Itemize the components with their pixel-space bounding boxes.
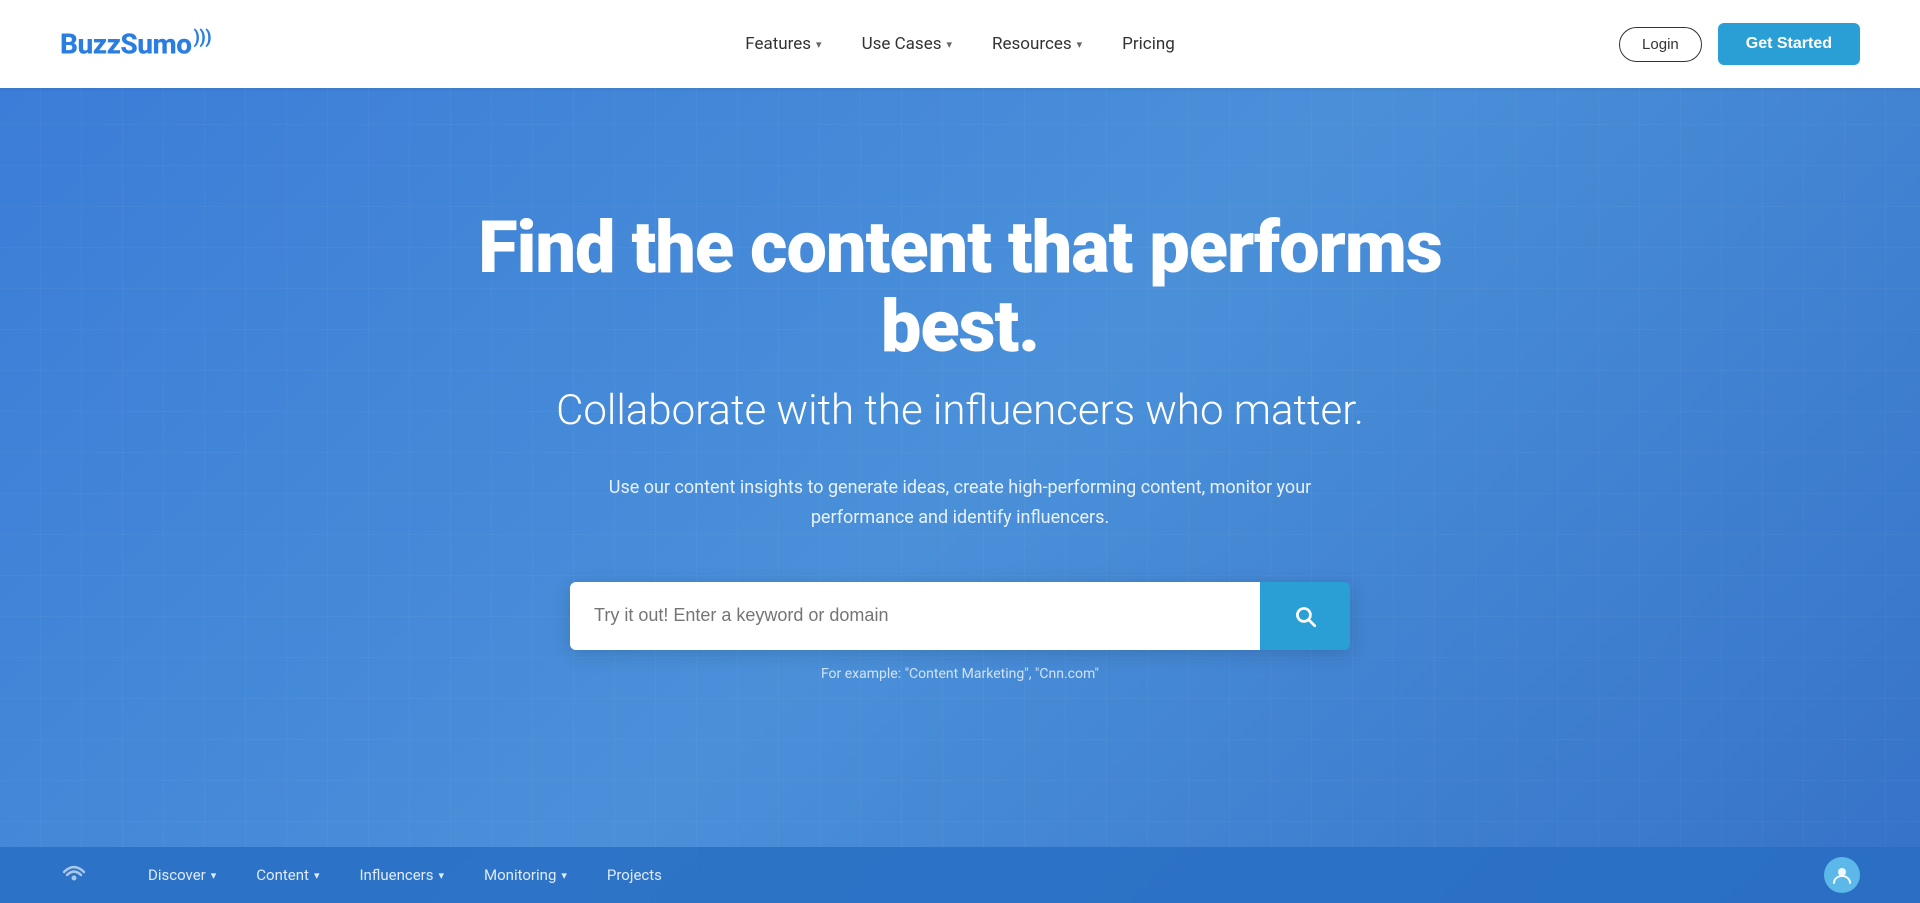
search-hint: For example: "Content Marketing", "Cnn.c… <box>410 666 1510 682</box>
search-bar <box>570 582 1350 650</box>
use-cases-chevron-icon: ▾ <box>946 38 952 51</box>
app-nav-content[interactable]: Content ▾ <box>256 866 319 884</box>
resources-chevron-icon: ▾ <box>1077 38 1083 51</box>
influencers-chevron-icon: ▾ <box>439 869 445 882</box>
app-nav-bar: Discover ▾ Content ▾ Influencers ▾ Monit… <box>0 847 1920 903</box>
monitoring-chevron-icon: ▾ <box>561 869 567 882</box>
logo-text: BuzzSumo))) <box>60 27 211 60</box>
login-button[interactable]: Login <box>1619 27 1702 62</box>
search-button[interactable] <box>1260 582 1350 650</box>
hero-section: Find the content that performs best. Col… <box>0 88 1920 903</box>
app-nav-projects[interactable]: Projects <box>607 866 662 884</box>
main-nav: Features ▾ Use Cases ▾ Resources ▾ Prici… <box>745 34 1175 54</box>
get-started-button[interactable]: Get Started <box>1718 23 1860 65</box>
hero-headline: Find the content that performs best. <box>410 208 1510 366</box>
navbar: BuzzSumo))) Features ▾ Use Cases ▾ Resou… <box>0 0 1920 88</box>
nav-features[interactable]: Features ▾ <box>745 34 821 54</box>
navbar-actions: Login Get Started <box>1619 23 1860 65</box>
user-icon <box>1831 864 1853 886</box>
discover-chevron-icon: ▾ <box>211 869 217 882</box>
hero-subheadline: Collaborate with the influencers who mat… <box>410 386 1510 436</box>
content-chevron-icon: ▾ <box>314 869 320 882</box>
search-icon <box>1292 603 1318 629</box>
nav-pricing[interactable]: Pricing <box>1122 34 1175 54</box>
wifi-icon: ))) <box>194 27 212 48</box>
hero-description: Use our content insights to generate ide… <box>570 473 1350 534</box>
nav-resources[interactable]: Resources ▾ <box>992 34 1082 54</box>
app-nav-discover[interactable]: Discover ▾ <box>148 866 216 884</box>
app-nav-influencers[interactable]: Influencers ▾ <box>359 866 444 884</box>
search-input[interactable] <box>570 582 1260 650</box>
features-chevron-icon: ▾ <box>816 38 822 51</box>
app-logo-wifi-icon <box>60 858 88 892</box>
user-avatar[interactable] <box>1824 857 1860 893</box>
logo[interactable]: BuzzSumo))) <box>60 27 211 60</box>
nav-use-cases[interactable]: Use Cases ▾ <box>862 34 952 54</box>
hero-content: Find the content that performs best. Col… <box>410 208 1510 742</box>
app-nav-monitoring[interactable]: Monitoring ▾ <box>484 866 567 884</box>
